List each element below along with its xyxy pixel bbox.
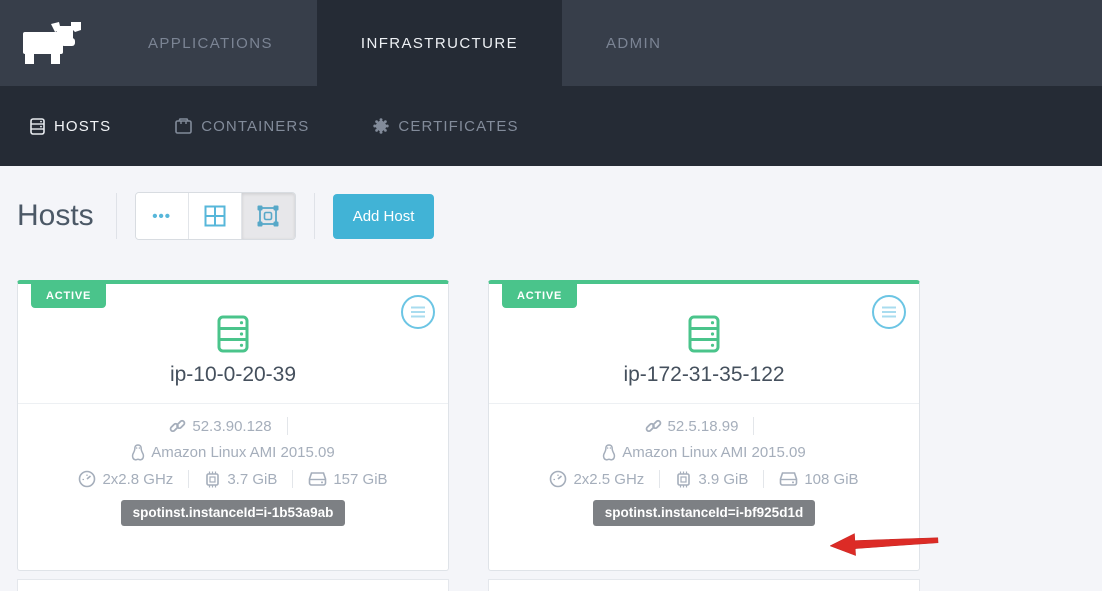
disk-icon: [779, 471, 798, 487]
host-os-row: Amazon Linux AMI 2015.09: [18, 444, 448, 461]
disk-spec: 108 GiB: [779, 471, 858, 488]
detail-separator: [188, 470, 189, 488]
linux-penguin-icon: [131, 444, 145, 461]
memory-spec: 3.9 GiB: [675, 471, 748, 488]
infrastructure-subnav: HOSTS CONTAINERS CERTIFICATES: [0, 86, 1102, 166]
host-ip: 52.3.90.128: [192, 418, 271, 435]
status-badge: ACTIVE: [31, 284, 106, 308]
status-badge: ACTIVE: [502, 284, 577, 308]
cpu-value: 2x2.8 GHz: [102, 471, 173, 488]
host-os: Amazon Linux AMI 2015.09: [622, 444, 805, 461]
host-card[interactable]: ACTIVE ip-172-31-35-122: [488, 280, 920, 571]
host-specs-row: 2x2.8 GHz 3.7 GiB: [18, 470, 448, 488]
detail-separator: [287, 417, 288, 435]
linux-penguin-icon: [602, 444, 616, 461]
memory-value: 3.7 GiB: [227, 471, 277, 488]
disk-spec: 157 GiB: [308, 471, 387, 488]
cpu-spec: 2x2.8 GHz: [78, 470, 173, 488]
host-card-header: ip-10-0-20-39: [18, 308, 448, 404]
view-mode-group: •••: [135, 192, 296, 240]
link-icon: [169, 418, 186, 435]
containers-icon: [175, 118, 192, 134]
subnav-item-containers[interactable]: CONTAINERS: [175, 118, 309, 135]
cpu-gauge-icon: [549, 470, 567, 488]
server-icon: [686, 314, 722, 354]
host-name[interactable]: ip-172-31-35-122: [489, 363, 919, 387]
spotinst-tag: spotinst.instanceId=i-bf925d1d: [593, 500, 815, 526]
memory-chip-icon: [204, 471, 221, 488]
cpu-spec: 2x2.5 GHz: [549, 470, 644, 488]
detail-separator: [763, 470, 764, 488]
host-card-header: ip-172-31-35-122: [489, 308, 919, 404]
host-ip: 52.5.18.99: [668, 418, 739, 435]
bottom-edge: [0, 591, 1102, 598]
header-divider: [314, 193, 315, 239]
subnav-label-hosts: HOSTS: [54, 118, 111, 135]
spotinst-tag: spotinst.instanceId=i-1b53a9ab: [121, 500, 346, 526]
view-list-button[interactable]: •••: [136, 193, 189, 239]
host-details: 52.5.18.99 Amazon Linux AMI 2015.09: [489, 404, 919, 526]
disk-value: 108 GiB: [804, 471, 858, 488]
grid-icon: [204, 205, 226, 227]
machine-icon: [256, 204, 280, 228]
memory-chip-icon: [675, 471, 692, 488]
subnav-item-certificates[interactable]: CERTIFICATES: [373, 118, 518, 135]
host-name[interactable]: ip-10-0-20-39: [18, 363, 448, 387]
server-icon: [215, 314, 251, 354]
tab-applications[interactable]: APPLICATIONS: [104, 0, 317, 86]
hosts-icon: [30, 118, 45, 135]
menu-circle-icon: [871, 294, 907, 330]
host-menu-button[interactable]: [871, 294, 907, 330]
detail-separator: [292, 470, 293, 488]
memory-value: 3.9 GiB: [698, 471, 748, 488]
cow-icon: [21, 20, 83, 66]
header-divider: [116, 193, 117, 239]
page-header: Hosts ••• Add Host: [0, 166, 1102, 240]
ellipsis-icon: •••: [152, 208, 171, 225]
subnav-item-hosts[interactable]: HOSTS: [30, 118, 111, 135]
detail-separator: [659, 470, 660, 488]
cpu-value: 2x2.5 GHz: [573, 471, 644, 488]
host-card[interactable]: ACTIVE ip-10-0-20-39: [17, 280, 449, 571]
disk-value: 157 GiB: [333, 471, 387, 488]
certificates-icon: [373, 118, 389, 134]
disk-icon: [308, 471, 327, 487]
red-annotation-arrow: [829, 526, 940, 560]
host-ip-row: 52.5.18.99: [489, 417, 919, 435]
tab-admin[interactable]: ADMIN: [562, 0, 705, 86]
host-details: 52.3.90.128 Amazon Linux AMI 2015.09: [18, 404, 448, 526]
detail-separator: [753, 417, 754, 435]
rancher-logo[interactable]: [0, 0, 104, 86]
view-machine-button[interactable]: [242, 193, 295, 239]
host-specs-row: 2x2.5 GHz 3.9 GiB: [489, 470, 919, 488]
memory-spec: 3.7 GiB: [204, 471, 277, 488]
view-grid-button[interactable]: [189, 193, 242, 239]
host-ip-row: 52.3.90.128: [18, 417, 448, 435]
top-navbar: APPLICATIONS INFRASTRUCTURE ADMIN: [0, 0, 1102, 86]
host-menu-button[interactable]: [400, 294, 436, 330]
host-os-row: Amazon Linux AMI 2015.09: [489, 444, 919, 461]
page-title: Hosts: [17, 199, 94, 233]
host-os: Amazon Linux AMI 2015.09: [151, 444, 334, 461]
subnav-label-certificates: CERTIFICATES: [398, 118, 518, 135]
menu-circle-icon: [400, 294, 436, 330]
subnav-label-containers: CONTAINERS: [201, 118, 309, 135]
cpu-gauge-icon: [78, 470, 96, 488]
link-icon: [645, 418, 662, 435]
tab-infrastructure[interactable]: INFRASTRUCTURE: [317, 0, 562, 86]
add-host-button[interactable]: Add Host: [333, 194, 435, 239]
